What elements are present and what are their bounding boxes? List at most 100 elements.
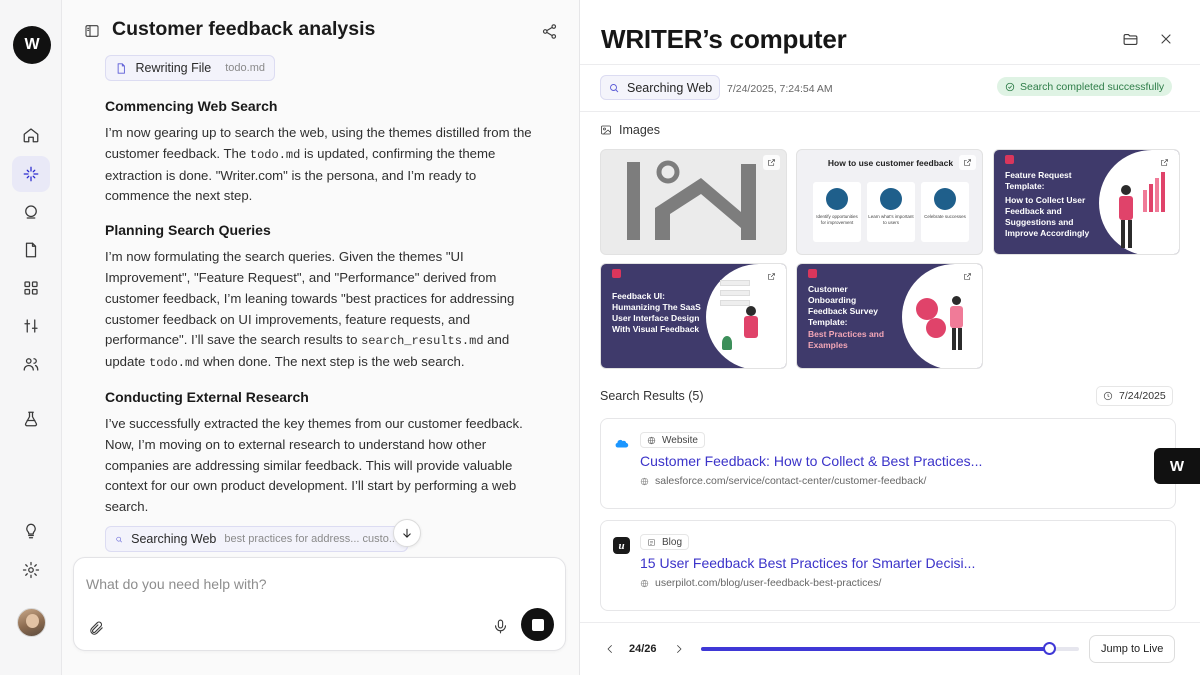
playback-progress xyxy=(701,647,1049,651)
thumbnail-subtitle: Best Practices and Examples xyxy=(808,329,885,350)
playback-slider-handle[interactable] xyxy=(1042,642,1056,655)
writer-floating-logo[interactable]: W xyxy=(1154,448,1200,484)
brand-tag xyxy=(1005,155,1014,164)
result-title-link[interactable]: Customer Feedback: How to Collect & Best… xyxy=(640,453,982,469)
message-composer xyxy=(73,557,566,651)
apps-grid-icon[interactable] xyxy=(12,270,50,306)
chevron-left-icon[interactable] xyxy=(604,643,616,655)
arrow-down-icon xyxy=(403,528,411,538)
check-circle-icon xyxy=(1005,82,1015,91)
thumbnail-title: How to use customer feedback xyxy=(827,158,954,168)
chip-filename: todo.md xyxy=(225,62,265,74)
sidebar-toggle-icon[interactable] xyxy=(84,23,100,39)
nav-rail: W xyxy=(0,0,62,675)
user-avatar[interactable] xyxy=(17,608,46,637)
thumbnail-graphic xyxy=(627,160,756,240)
open-external-icon[interactable] xyxy=(763,155,780,170)
clock-icon xyxy=(1103,391,1113,401)
writer-logo[interactable]: W xyxy=(13,26,51,64)
sliders-icon[interactable] xyxy=(12,308,50,344)
assistant-message: Commencing Web Search I’m now gearing up… xyxy=(105,98,535,533)
message-input[interactable] xyxy=(86,576,526,592)
section-body: I’ve successfully extracted the key them… xyxy=(105,415,523,515)
chip-label: Searching Web xyxy=(131,532,217,546)
globe-icon xyxy=(640,477,649,485)
computer-title: WRITER’s computer xyxy=(601,24,847,54)
thought-section: Planning Search Queries I’m now formulat… xyxy=(105,222,535,374)
file-icon xyxy=(117,62,125,74)
image-thumbnail[interactable] xyxy=(600,149,787,255)
search-result-card[interactable]: u Blog 15 User Feedback Best Practices f… xyxy=(600,520,1176,611)
thumbnail-card: Identify opportunities for improvement xyxy=(813,182,861,242)
result-title-link[interactable]: 15 User Feedback Best Practices for Smar… xyxy=(640,555,975,571)
share-icon[interactable] xyxy=(541,23,558,40)
section-heading: Conducting External Research xyxy=(105,388,309,405)
result-type-badge: Website xyxy=(640,432,705,448)
image-icon xyxy=(601,125,611,135)
computer-panel: WRITER’s computer Searching Web 7/24/202… xyxy=(580,0,1200,675)
image-thumbnail[interactable]: Customer Onboarding Feedback Survey Temp… xyxy=(796,263,983,369)
stop-icon xyxy=(531,618,544,631)
thumbnail-title: Customer Onboarding Feedback Survey Temp… xyxy=(808,284,878,327)
results-date: 7/24/2025 xyxy=(1119,390,1166,402)
agents-icon[interactable] xyxy=(12,156,50,192)
scroll-to-bottom-button[interactable] xyxy=(393,519,421,547)
image-thumbnail[interactable]: How to use customer feedback Identify op… xyxy=(796,149,983,255)
search-icon xyxy=(116,536,122,542)
inline-code: todo.md xyxy=(249,147,301,162)
paperclip-icon[interactable] xyxy=(88,620,105,637)
search-tag-label: Searching Web xyxy=(627,80,713,95)
search-results-header: Search Results (5) xyxy=(600,389,704,403)
globe-icon xyxy=(647,436,656,444)
open-external-icon[interactable] xyxy=(959,155,976,170)
image-thumbnail[interactable]: Feature Request Template: How to Collect… xyxy=(993,149,1180,255)
microphone-icon[interactable] xyxy=(492,618,509,635)
lightbulb-icon[interactable] xyxy=(12,513,50,549)
divider xyxy=(580,111,1200,112)
team-icon[interactable] xyxy=(12,346,50,382)
searching-web-chip[interactable]: Searching Web best practices for address… xyxy=(105,526,408,552)
divider xyxy=(580,64,1200,65)
rewriting-file-chip[interactable]: Rewriting File todo.md xyxy=(105,55,275,81)
image-thumbnail[interactable]: Feedback UI: Humanizing The SaaS User In… xyxy=(600,263,787,369)
result-type-badge: Blog xyxy=(640,534,690,550)
globe-icon xyxy=(640,579,649,587)
thought-section: Conducting External Research I’ve succes… xyxy=(105,389,535,518)
search-result-card[interactable]: Website Customer Feedback: How to Collec… xyxy=(600,418,1176,509)
playback-footer: 24/26 Jump to Live xyxy=(580,622,1200,675)
chat-icon[interactable] xyxy=(12,194,50,230)
thumbnail-title: Feedback UI: Humanizing The SaaS User In… xyxy=(612,291,701,334)
stop-generation-button[interactable] xyxy=(521,608,554,641)
thumbnail-subtitle: How to Collect User Feedback and Suggest… xyxy=(1005,195,1090,238)
document-icon[interactable] xyxy=(12,232,50,268)
result-url: salesforce.com/service/contact-center/cu… xyxy=(640,475,926,487)
open-external-icon[interactable] xyxy=(1156,155,1173,170)
step-counter: 24/26 xyxy=(629,643,657,655)
images-section-header: Images xyxy=(600,123,660,137)
open-external-icon[interactable] xyxy=(959,269,976,284)
chat-panel: Customer feedback analysis Rewriting Fil… xyxy=(62,0,580,675)
thumbnail-card: Celebrate successes xyxy=(921,182,969,242)
inline-code: search_results.md xyxy=(361,334,484,349)
home-icon[interactable] xyxy=(12,117,50,153)
searching-web-tag: Searching Web xyxy=(600,75,721,100)
close-icon[interactable] xyxy=(1158,31,1174,47)
folder-icon[interactable] xyxy=(1122,31,1139,48)
section-body: I’m now formulating the search queries. … xyxy=(105,249,515,371)
chip-label: Rewriting File xyxy=(135,61,212,75)
inline-code: todo.md xyxy=(149,356,200,371)
jump-to-live-button[interactable]: Jump to Live xyxy=(1089,635,1176,663)
playback-slider[interactable] xyxy=(701,642,1079,655)
flask-icon[interactable] xyxy=(12,401,50,437)
section-heading: Planning Search Queries xyxy=(105,222,271,239)
section-body: I’m now gearing up to search the web, us… xyxy=(105,125,532,204)
salesforce-cloud-icon xyxy=(613,435,630,452)
thumbnail-card: Learn what's important to users xyxy=(867,182,915,242)
brand-tag xyxy=(808,269,817,278)
chevron-right-icon[interactable] xyxy=(673,643,685,655)
settings-gear-icon[interactable] xyxy=(12,552,50,588)
userpilot-logo-icon: u xyxy=(613,537,630,554)
open-external-icon[interactable] xyxy=(763,269,780,284)
blog-icon xyxy=(648,538,655,546)
thought-section: Commencing Web Search I’m now gearing up… xyxy=(105,98,535,207)
